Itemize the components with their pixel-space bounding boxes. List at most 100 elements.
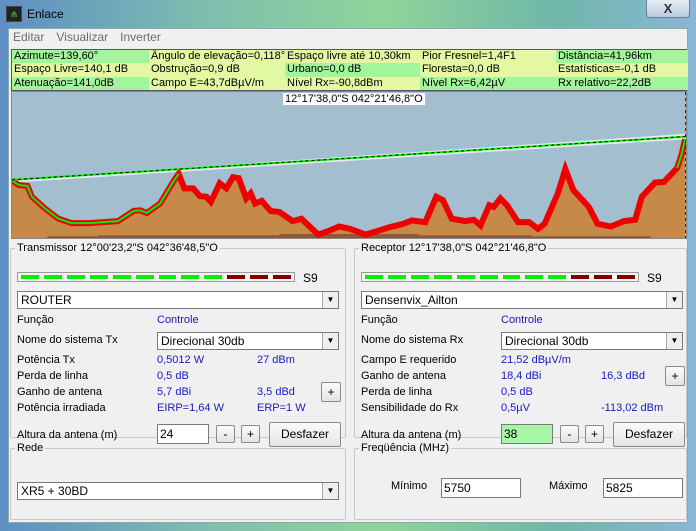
field-value: EIRP=1,64 W [157,402,224,414]
stat-cell: Obstrução=0,9 dB [149,63,285,77]
link-stats-grid: Azimute=139,60° Ângulo de elevação=0,118°… [11,49,688,91]
field-label: Ganho de antena [361,370,447,382]
field-value-alt: 27 dBm [257,354,295,366]
chevron-down-icon[interactable]: ▼ [322,483,338,499]
signal-label: S9 [647,271,662,285]
chevron-down-icon[interactable]: ▼ [666,333,682,349]
client-area: Editar Visualizar Inverter Azimute=139,6… [8,28,688,523]
signal-segment [112,275,131,279]
signal-segment [227,275,246,279]
signal-segment [410,275,429,279]
field-value-alt: 3,5 dBd [257,386,295,398]
transmitter-group: Transmissor 12°00'23,2"S 042°36'48,5"O S… [10,242,346,447]
field-label: Potência Tx [17,354,75,366]
field-label: Nome do sistema Tx [17,334,118,346]
station-select[interactable]: Densenvix_Ailton ▼ [361,291,683,309]
station-select[interactable]: ROUTER ▼ [17,291,339,309]
window: ⫛ Enlace X Editar Visualizar Inverter Az… [0,0,696,531]
signal-segment [617,275,636,279]
receiver-title: Receptor 12°17'38,0"S 042°21'46,8"O [361,242,547,254]
field-value: 21,52 dBµV/m [501,354,571,366]
signal-segment [525,275,544,279]
menu-visualizar[interactable]: Visualizar [56,29,108,45]
chevron-down-icon[interactable]: ▼ [322,333,338,349]
field-value: 18,4 dBi [501,370,542,382]
close-button[interactable]: X [646,0,690,18]
signal-segment [89,275,108,279]
signal-segment [502,275,521,279]
frequency-group: Freqüência (MHz) Mínimo 5750 Máximo 5825 [354,442,687,520]
field-label: Função [361,314,398,326]
field-label: Sensibilidade do Rx [361,402,459,414]
field-value: 0,5 dB [157,370,189,382]
stat-cell: Nível Rx=-90,8dBm [285,76,420,90]
signal-segment [433,275,452,279]
signal-segment [158,275,177,279]
field-value: Controle [157,314,199,326]
antenna-height-input[interactable]: 24 [157,424,209,444]
network-group: Rede XR5 + 30BD ▼ [10,442,346,520]
stat-cell: Pior Fresnel=1,4F1 [420,50,556,64]
network-select[interactable]: XR5 + 30BD ▼ [17,482,339,500]
frequency-max-label: Máximo [549,480,588,492]
stat-cell: Urbano=0,0 dB [285,63,420,77]
antenna-height-plus-button[interactable]: + [585,425,604,443]
field-value-alt: -113,02 dBm [601,402,664,414]
field-label: Função [17,314,54,326]
antenna-height-minus-button[interactable]: - [560,425,579,443]
antenna-gain-plus-button[interactable]: + [665,366,685,386]
field-label: Campo E requerido [361,354,457,366]
antenna-height-plus-button[interactable]: + [241,425,260,443]
frequency-min-label: Mínimo [391,480,428,492]
antenna-gain-plus-button[interactable]: + [321,382,341,402]
stat-cell: Distância=41,96km [556,50,688,64]
signal-segment [273,275,292,279]
menu-bar: Editar Visualizar Inverter [9,29,161,45]
chevron-down-icon[interactable]: ▼ [322,292,338,308]
stat-cell: Floresta=0,0 dB [420,63,556,77]
system-value: Direcional 30db [505,334,589,348]
signal-segment [135,275,154,279]
transmitter-title: Transmissor 12°00'23,2"S 042°36'48,5"O [17,242,218,254]
frequency-max-input[interactable]: 5825 [603,478,683,498]
station-value: ROUTER [21,293,72,307]
stat-cell: Espaço livre até 10,30km [285,50,420,64]
field-label: Perda de linha [361,386,432,398]
antenna-height-label: Altura da antena (m) [17,429,118,441]
link-antenna-icon: ⫛ [6,6,22,22]
signal-segment [66,275,85,279]
stat-cell: Estatísticas=-0,1 dB [556,63,688,77]
signal-label: S9 [303,271,318,285]
antenna-height-label: Altura da antena (m) [361,429,462,441]
network-title: Rede [17,442,44,454]
signal-segment [365,275,383,279]
field-label: Ganho de antena [17,386,103,398]
menu-editar[interactable]: Editar [13,29,44,45]
signal-segment [181,275,200,279]
signal-segment [548,275,567,279]
stat-cell: Nível Rx=6,42µV [420,76,556,90]
stat-cell: Atenuação=141,0dB [12,76,149,90]
signal-meter [361,272,639,282]
signal-meter [17,272,295,282]
frequency-min-input[interactable]: 5750 [441,478,521,498]
stat-cell: Campo E=43,7dBµV/m [149,76,285,90]
field-value-alt: ERP=1 W [257,402,306,414]
stat-cell: Espaço Livre=140,1 dB [12,63,149,77]
frequency-title: Freqüência (MHz) [361,442,450,454]
stat-cell: Rx relativo=22,2dB [556,76,688,90]
cursor-coordinate: 12°17'38,0"S 042°21'46,8"O [283,93,425,105]
signal-segment [594,275,613,279]
network-value: XR5 + 30BD [21,484,89,498]
antenna-height-input[interactable]: 38 [501,424,553,444]
chevron-down-icon[interactable]: ▼ [666,292,682,308]
field-value: 0,5µV [501,402,530,414]
signal-segment [250,275,269,279]
antenna-height-minus-button[interactable]: - [216,425,235,443]
menu-inverter[interactable]: Inverter [120,29,161,45]
signal-segment [43,275,62,279]
system-select[interactable]: Direcional 30db ▼ [157,332,339,350]
terrain-profile[interactable]: 12°17'38,0"S 042°21'46,8"O [11,91,687,239]
system-select[interactable]: Direcional 30db ▼ [501,332,683,350]
signal-segment [204,275,223,279]
